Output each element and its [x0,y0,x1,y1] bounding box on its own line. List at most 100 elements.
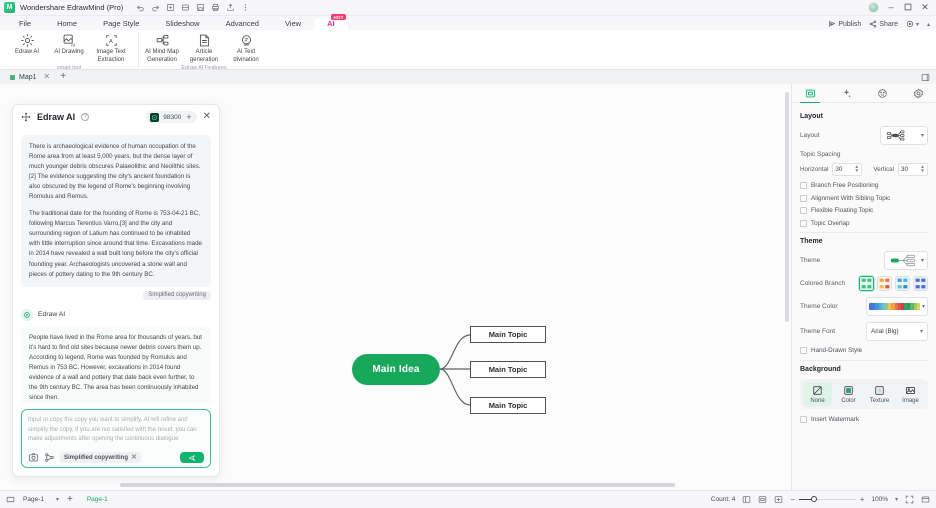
horizontal-spacing-input[interactable]: 30 ▲ ▼ [832,163,863,176]
page-selector[interactable]: Page-1 ▾ [23,496,59,503]
checkbox-flexible-floating-topic[interactable]: Flexible Floating Topic [800,207,928,214]
tab-style[interactable] [828,84,864,102]
focus-view-icon[interactable] [758,495,767,504]
tab-settings[interactable] [900,84,936,102]
collapse-ribbon-icon[interactable]: ▴ [927,21,930,28]
mode-chip[interactable]: Simplified copywriting ✕ [60,452,141,463]
scrollbar-thumb[interactable] [120,483,675,487]
menu-item-slideshow[interactable]: Slideshow [152,18,212,30]
ribbon-button-image-text-extraction[interactable]: A Image Text Extraction [90,32,132,64]
more-options-icon[interactable] [241,3,250,12]
menu-item-view[interactable]: View [272,18,314,30]
theme-dropdown[interactable]: ▾ [884,251,928,270]
ribbon-button-edraw-ai[interactable]: Edraw AI [6,32,48,57]
checkbox-alignment-with-sibling-topic[interactable]: Alignment With Sibling Topic [800,194,928,202]
help-icon[interactable]: ? [81,113,90,121]
close-button[interactable]: ✕ [920,3,930,12]
close-tab-icon[interactable]: ✕ [44,73,51,81]
send-button[interactable] [180,452,204,463]
stepper-arrows-icon[interactable]: ▲ ▼ [854,164,859,174]
background-option-image[interactable]: Image [896,382,925,406]
document-tab-map1[interactable]: Map1 ✕ [6,72,55,82]
checkbox-icon[interactable] [800,415,807,423]
page-view-icon[interactable] [6,495,15,504]
checkbox-hand-drawn-style[interactable]: Hand-Drawn Style [800,347,928,354]
ai-chat-body[interactable]: There is archaeological evidence of huma… [13,129,219,404]
redo-icon[interactable] [151,3,160,12]
zoom-slider[interactable]: − + [790,495,865,504]
undo-icon[interactable] [136,3,145,12]
layout-dropdown[interactable]: ▾ [880,126,928,145]
save-icon[interactable] [196,3,205,12]
tab-layout[interactable] [792,84,828,103]
theme-color-dropdown[interactable]: ▾ [866,297,928,316]
new-tab-button[interactable]: + [57,72,69,82]
fullscreen-icon[interactable] [905,495,914,504]
zoom-in-button[interactable]: + [860,495,865,504]
branch-icon[interactable] [44,452,55,463]
background-option-none[interactable]: None [803,381,832,406]
branch-swatch-4[interactable] [913,276,928,291]
theme-font-dropdown[interactable]: Arial (Big) ▾ [866,322,928,341]
checkbox-icon[interactable] [800,219,807,227]
menu-item-home[interactable]: Home [44,18,90,30]
minimize-button[interactable]: – [886,3,896,12]
mind-map-topic-node[interactable]: Main Topic [470,361,546,378]
scrollbar-thumb[interactable] [785,92,789,322]
checkbox-topic-overlap[interactable]: Topic Overlap [800,219,928,227]
toggle-right-panel-button[interactable] [921,73,930,82]
tab-effects[interactable] [864,84,900,102]
add-credits-button[interactable]: + [185,112,192,122]
checkbox-icon[interactable] [800,207,807,214]
presentation-icon[interactable] [921,495,930,504]
print-icon[interactable] [211,3,220,12]
background-option-texture[interactable]: Texture [865,382,894,406]
screenshot-icon[interactable] [28,452,39,463]
open-icon[interactable] [181,3,190,12]
active-page-label[interactable]: Page-1 [87,496,108,503]
menu-item-advanced[interactable]: Advanced [213,18,272,30]
avatar[interactable] [868,2,879,13]
checkbox-icon[interactable] [800,182,807,189]
zoom-value[interactable]: 100% [871,496,888,503]
menu-item-file[interactable]: File [6,18,44,30]
mind-map-topic-node[interactable]: Main Topic [470,397,546,414]
close-ai-panel-button[interactable]: ✕ [203,112,211,122]
add-page-button[interactable]: + [67,494,73,505]
fit-page-icon[interactable] [774,495,783,504]
zoom-knob[interactable] [811,496,818,503]
background-option-color[interactable]: Color [834,382,863,406]
account-menu-button[interactable]: ▾ [906,20,919,28]
credit-balance[interactable]: 98300 + [146,111,197,123]
vertical-spacing-input[interactable]: 30 ▲ ▼ [898,163,928,176]
branch-swatch-1[interactable] [859,276,874,291]
publish-button[interactable]: Publish [828,20,861,28]
ribbon-button-ai-drawing[interactable]: AI AI Drawing [48,32,90,57]
branch-swatch-3[interactable] [895,276,910,291]
zoom-track[interactable] [799,496,856,503]
ribbon-button-ai-mind-map-generation[interactable]: AI Mind Map Generation [141,32,183,64]
zoom-out-button[interactable]: − [790,495,795,504]
ai-input-box[interactable]: Input or copy the copy you want to simpl… [21,409,211,468]
checkbox-branch-free-positioning[interactable]: Branch Free Positioning [800,182,928,189]
outline-view-icon[interactable] [742,495,751,504]
share-button[interactable]: Share [869,20,898,28]
ribbon-button-article-generation[interactable]: Article generation [183,32,225,64]
new-icon[interactable] [166,3,175,12]
menu-item-ai[interactable]: AI HOT [314,14,348,30]
checkbox-icon[interactable] [800,194,807,202]
stepper-arrows-icon[interactable]: ▲ ▼ [920,164,925,174]
canvas-horizontal-scrollbar[interactable] [0,483,791,488]
canvas-vertical-scrollbar[interactable] [785,92,789,462]
export-icon[interactable] [226,3,235,12]
maximize-button[interactable] [903,2,913,14]
chevron-down-icon[interactable]: ▾ [895,496,898,503]
move-handle-icon[interactable] [21,112,31,122]
ribbon-button-ai-text-divination[interactable]: AI Text divination [225,32,267,64]
mind-map-root-node[interactable]: Main Idea [352,354,440,385]
mind-map-topic-node[interactable]: Main Topic [470,326,546,343]
remove-chip-icon[interactable]: ✕ [131,454,137,461]
branch-swatch-2[interactable] [877,276,892,291]
canvas[interactable]: Edraw AI ? 98300 + ✕ There is archaeolog… [0,84,791,490]
checkbox-icon[interactable] [800,347,807,354]
